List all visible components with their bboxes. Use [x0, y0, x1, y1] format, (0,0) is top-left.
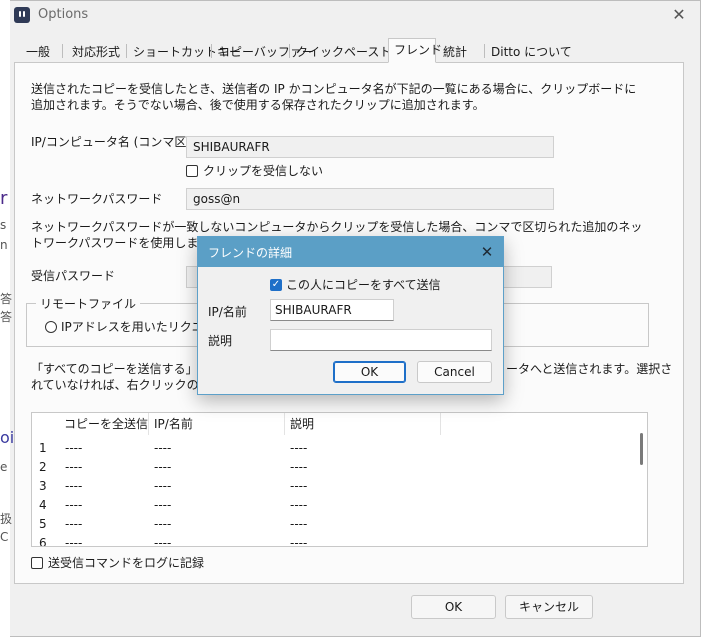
dialog-description-label: 説明	[208, 334, 233, 348]
tab-general[interactable]: 一般	[20, 40, 56, 62]
background-text-fragment: 答	[0, 310, 13, 324]
dialog-ip-label: IP/名前	[208, 305, 247, 319]
column-separator	[148, 413, 149, 435]
tab-supported-types[interactable]: 対応形式	[66, 40, 126, 62]
table-row[interactable]: 5 ---- ---- ----	[32, 515, 632, 534]
row-cell-send-all: ----	[65, 479, 83, 493]
row-cell-description: ----	[290, 536, 308, 547]
dont-receive-label: クリップを受信しない	[203, 164, 324, 178]
dialog-close-icon[interactable]: ✕	[476, 241, 498, 263]
row-cell-send-all: ----	[65, 536, 83, 547]
column-separator	[440, 413, 441, 435]
row-cell-send-all: ----	[65, 460, 83, 474]
cancel-button[interactable]: キャンセル	[505, 595, 593, 619]
network-password-input[interactable]: goss@n	[186, 188, 554, 210]
row-cell-ip-name: ----	[154, 441, 172, 455]
ip-names-input[interactable]: SHIBAURAFR	[186, 136, 554, 158]
background-text-fragment: e	[0, 460, 8, 474]
request-by-ip-radio[interactable]	[45, 321, 57, 333]
row-cell-description: ----	[290, 479, 308, 493]
background-text-fragment: n	[0, 238, 8, 252]
friends-description: 送信されたコピーを受信したとき、送信者の IP かコンピュータ名が下記の一覧にあ…	[31, 82, 637, 112]
friends-list[interactable]: コピーを全送信 IP/名前 説明 1 ---- ---- ---- 2 ----…	[31, 412, 648, 547]
column-header-ip-name[interactable]: IP/名前	[154, 413, 193, 435]
dialog-cancel-button[interactable]: Cancel	[417, 361, 492, 383]
row-cell-send-all: ----	[65, 498, 83, 512]
table-row[interactable]: 1 ---- ---- ----	[32, 439, 632, 458]
dialog-ok-button[interactable]: OK	[333, 361, 406, 383]
dont-receive-checkbox[interactable]	[186, 165, 198, 177]
dialog-title: フレンドの詳細	[208, 246, 293, 260]
row-number: 4	[39, 498, 47, 512]
background-text-fragment: C	[0, 530, 9, 544]
log-commands-label: 送受信コマンドをログに記録	[48, 556, 205, 570]
row-cell-ip-name: ----	[154, 479, 172, 493]
row-cell-description: ----	[290, 498, 308, 512]
background-text-fragment: oi	[0, 428, 15, 447]
row-number: 3	[39, 479, 47, 493]
row-number: 5	[39, 517, 47, 531]
column-separator	[284, 413, 285, 435]
row-cell-ip-name: ----	[154, 498, 172, 512]
tab-separator	[62, 44, 63, 58]
row-number: 2	[39, 460, 47, 474]
tab-statistics[interactable]: 統計	[437, 40, 473, 62]
network-password-label: ネットワークパスワード	[31, 192, 163, 206]
ditto-app-icon	[14, 7, 30, 23]
tab-about-ditto[interactable]: Ditto について	[485, 40, 578, 62]
background-text-fragment: 扱	[0, 512, 13, 526]
row-cell-ip-name: ----	[154, 517, 172, 531]
scrollbar-thumb[interactable]	[640, 433, 643, 465]
column-header-send-all[interactable]: コピーを全送信	[64, 413, 148, 435]
table-row[interactable]: 6 ---- ---- ----	[32, 534, 632, 547]
row-cell-description: ----	[290, 441, 308, 455]
dialog-ip-input[interactable]: SHIBAURAFR	[270, 299, 394, 321]
receive-password-label: 受信パスワード	[31, 269, 116, 283]
tab-friends[interactable]: フレンド	[388, 38, 442, 63]
list-scrollbar[interactable]	[636, 415, 646, 545]
row-cell-description: ----	[290, 517, 308, 531]
background-text-fragment: 答	[0, 292, 13, 306]
ok-button[interactable]: OK	[411, 595, 496, 619]
row-cell-description: ----	[290, 460, 308, 474]
friend-details-dialog: フレンドの詳細 ✕ ✓ この人にコピーをすべて送信 IP/名前 SHIBAURA…	[197, 236, 504, 395]
row-cell-send-all: ----	[65, 517, 83, 531]
row-number: 1	[39, 441, 47, 455]
window-close-icon[interactable]: ✕	[668, 5, 690, 25]
table-row[interactable]: 3 ---- ---- ----	[32, 477, 632, 496]
table-row[interactable]: 2 ---- ---- ----	[32, 458, 632, 477]
window-title: Options	[38, 7, 89, 22]
list-rows: 1 ---- ---- ---- 2 ---- ---- ---- 3 ----…	[32, 439, 632, 547]
send-all-copies-checkbox[interactable]: ✓	[270, 279, 282, 291]
send-all-copies-label: この人にコピーをすべて送信	[286, 278, 441, 292]
row-cell-ip-name: ----	[154, 536, 172, 547]
background-text-fragment: s	[0, 218, 7, 232]
background-text-fragment: r	[0, 188, 8, 209]
table-row[interactable]: 4 ---- ---- ----	[32, 496, 632, 515]
row-cell-send-all: ----	[65, 441, 83, 455]
log-commands-checkbox[interactable]	[31, 557, 43, 569]
row-cell-ip-name: ----	[154, 460, 172, 474]
row-number: 6	[39, 536, 47, 547]
dialog-description-input[interactable]	[270, 329, 492, 351]
remote-file-group-title: リモートファイル	[36, 296, 141, 312]
send-all-note-line1-right: ータへと送信されます。選択さ	[506, 362, 673, 376]
column-header-description[interactable]: 説明	[290, 413, 314, 435]
